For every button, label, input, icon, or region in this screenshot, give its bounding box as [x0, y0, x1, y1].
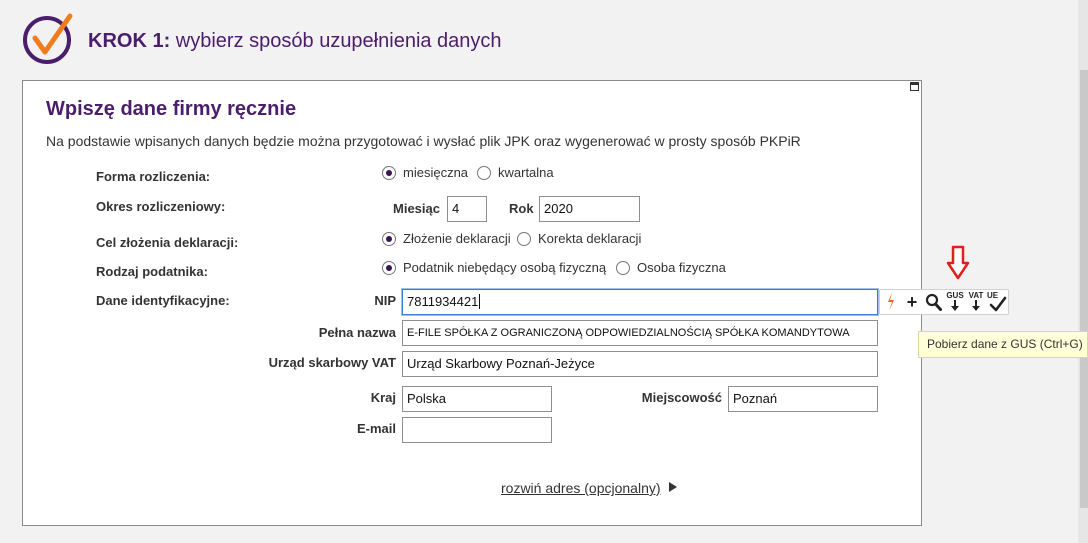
vat-label: VAT	[968, 291, 984, 300]
step-text: wybierz sposób uzupełnienia danych	[170, 30, 502, 52]
vat-download-icon[interactable]: VAT	[966, 291, 986, 313]
miesiac-label: Miesiąc	[393, 201, 440, 216]
step-title: KROK 1: wybierz sposób uzupełnienia dany…	[88, 30, 502, 53]
radio-niefizyczna-label[interactable]: Podatnik niebędący osobą fizyczną	[403, 260, 606, 275]
urzad-input[interactable]: Urząd Skarbowy Poznań-Jeżyce	[402, 351, 878, 377]
radio-niefizyczna[interactable]	[382, 261, 396, 275]
checkmark-icon	[989, 296, 1007, 312]
rok-input[interactable]: 2020	[539, 196, 640, 222]
radio-fizyczna-label[interactable]: Osoba fizyczna	[637, 260, 726, 275]
red-pointer-arrow-icon	[946, 245, 970, 280]
nazwa-label: Pełna nazwa	[318, 325, 396, 340]
email-input[interactable]	[402, 417, 552, 443]
cel-label: Cel złożenia deklaracji:	[96, 235, 239, 250]
radio-miesieczna-label[interactable]: miesięczna	[403, 165, 468, 180]
miesiac-input[interactable]: 4	[447, 196, 487, 222]
nip-label: NIP	[374, 293, 396, 308]
down-arrow-icon	[951, 300, 959, 311]
radio-kwartalna[interactable]	[477, 166, 491, 180]
radio-zlozenie[interactable]	[382, 232, 396, 246]
miejscowosc-input[interactable]: Poznań	[728, 386, 878, 412]
radio-zlozenie-label[interactable]: Złożenie deklaracji	[403, 231, 511, 246]
lightning-icon[interactable]	[886, 292, 896, 312]
radio-korekta[interactable]	[517, 232, 531, 246]
nazwa-input[interactable]: E-FILE SPÓŁKA Z OGRANICZONĄ ODPOWIEDZIAL…	[402, 320, 878, 346]
radio-korekta-label[interactable]: Korekta deklaracji	[538, 231, 641, 246]
email-label: E-mail	[356, 421, 396, 436]
miejscowosc-label: Miejscowość	[641, 390, 722, 405]
gus-download-icon[interactable]: GUS	[945, 291, 965, 313]
okres-label: Okres rozliczeniowy:	[96, 199, 226, 214]
rodzaj-label: Rodzaj podatnika:	[96, 264, 208, 279]
panel-title: Wpiszę dane firmy ręcznie	[46, 98, 297, 120]
gus-tooltip: Pobierz dane z GUS (Ctrl+G)	[918, 331, 1088, 358]
radio-fizyczna[interactable]	[616, 261, 630, 275]
expand-address-link[interactable]: rozwiń adres (opcjonalny)	[501, 480, 661, 496]
nip-input[interactable]: 7811934421	[402, 289, 878, 315]
nip-value: 7811934421	[407, 294, 479, 309]
radio-kwartalna-label[interactable]: kwartalna	[498, 165, 554, 180]
step-prefix: KROK 1:	[88, 30, 171, 52]
logo-check-icon	[23, 13, 73, 64]
kraj-input[interactable]: Polska	[402, 386, 552, 412]
gus-label: GUS	[946, 291, 964, 300]
panel-description: Na podstawie wpisanych danych będzie moż…	[46, 133, 801, 149]
forma-rozliczenia-label: Forma rozliczenia:	[96, 169, 211, 184]
search-icon[interactable]	[925, 293, 942, 311]
radio-miesieczna[interactable]	[382, 166, 396, 180]
urzad-label: Urząd skarbowy VAT	[268, 355, 396, 370]
down-arrow-icon	[972, 300, 980, 311]
triangle-right-icon[interactable]	[669, 482, 677, 492]
ue-check-icon[interactable]: UE	[986, 291, 1008, 313]
rok-label: Rok	[509, 201, 534, 216]
scrollbar-thumb[interactable]	[1080, 70, 1088, 508]
plus-icon[interactable]: +	[905, 291, 919, 313]
dane-label: Dane identyfikacyjne:	[96, 293, 230, 308]
kraj-label: Kraj	[370, 390, 396, 405]
maximize-icon[interactable]	[910, 82, 919, 91]
text-cursor	[479, 294, 481, 309]
